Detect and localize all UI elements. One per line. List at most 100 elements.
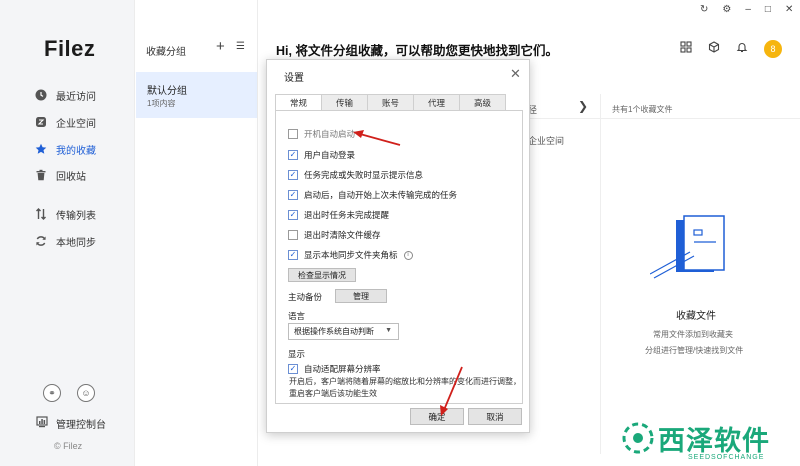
checkbox-sync-badge[interactable]: ✓ <box>288 250 298 260</box>
add-group-icon[interactable]: + <box>216 38 225 55</box>
bell-icon[interactable] <box>736 40 748 58</box>
manage-button[interactable]: 管理 <box>335 289 387 303</box>
avatar[interactable]: 8 <box>764 40 782 58</box>
star-icon <box>35 143 47 155</box>
watermark-text: 西泽软件 <box>658 425 770 456</box>
trash-icon <box>35 169 47 181</box>
sidebar-item-label: 企业空间 <box>56 118 96 130</box>
checkbox-auto-start[interactable] <box>288 129 298 139</box>
maximize-icon[interactable]: □ <box>765 4 771 15</box>
sidebar-item-sync[interactable]: 本地同步 <box>0 229 135 253</box>
minimize-icon[interactable]: – <box>745 4 751 15</box>
settings-dialog: 设置 ✕ 常规 传输 账号 代理 高级 开机自动启动 ✓ 用户自动登录 ✓ 任务… <box>266 59 530 433</box>
option-exit-reminder[interactable]: ✓ 退出时任务未完成提醒 <box>288 209 389 221</box>
settings-tabs: 常规 传输 账号 代理 高级 <box>275 94 506 111</box>
sidebar-item-label: 回收站 <box>56 171 86 183</box>
sidebar: Filez 最近访问 企业空间 我的收藏 回收站 传输列表 本地同步 ⚭ ☺ 管… <box>0 0 135 466</box>
option-label: 自动适配屏幕分辨率 <box>304 364 381 374</box>
sidebar-item-trash[interactable]: 回收站 <box>0 163 135 187</box>
sidebar-item-label: 传输列表 <box>56 210 96 222</box>
window-controls: ↻ ⚙ – □ ✕ <box>700 4 793 15</box>
tab-general[interactable]: 常规 <box>275 94 322 111</box>
settings-icon[interactable]: ⚙ <box>722 4 731 15</box>
watermark: 西泽软件 SEEDSOFCHANGE <box>618 418 770 461</box>
refresh-icon[interactable]: ↻ <box>700 4 708 15</box>
sidebar-item-label: 我的收藏 <box>56 145 96 157</box>
display-label: 显示 <box>288 349 306 359</box>
cube-icon[interactable] <box>708 40 720 58</box>
apps-grid-icon[interactable] <box>680 40 692 58</box>
option-label: 退出时任务未完成提醒 <box>304 210 390 220</box>
chevron-down-icon: ▼ <box>385 327 392 334</box>
option-label: 开机自动启动 <box>304 129 356 139</box>
tab-advanced[interactable]: 高级 <box>459 94 506 111</box>
watermark-subtext: SEEDSOFCHANGE <box>688 454 765 461</box>
group-name: 默认分组 <box>147 86 187 97</box>
sidebar-item-enterprise[interactable]: 企业空间 <box>0 110 135 134</box>
option-clear-cache[interactable]: 退出时清除文件缓存 <box>288 229 381 241</box>
watermark-logo-icon <box>622 422 654 454</box>
option-label: 用户自动登录 <box>304 150 356 160</box>
option-auto-start[interactable]: 开机自动启动 <box>288 128 355 140</box>
tab-proxy[interactable]: 代理 <box>413 94 460 111</box>
check-display-button[interactable]: 检查显示情况 <box>288 268 356 282</box>
sort-icon[interactable]: ☰ <box>236 41 245 52</box>
dialog-title: 设置 <box>284 73 304 84</box>
app-logo: Filez <box>44 36 96 61</box>
sidebar-item-transfer[interactable]: 传输列表 <box>0 202 135 226</box>
language-value: 根据操作系统自动判断 <box>294 327 374 336</box>
group-count: 1项内容 <box>147 99 176 108</box>
checkbox-resume-tasks[interactable]: ✓ <box>288 190 298 200</box>
checkbox-exit-reminder[interactable]: ✓ <box>288 210 298 220</box>
user-settings-icon[interactable]: ☺ <box>77 384 95 402</box>
checkbox-task-notify[interactable]: ✓ <box>288 170 298 180</box>
tab-account[interactable]: 账号 <box>367 94 414 111</box>
sidebar-item-label: 本地同步 <box>56 237 96 249</box>
dpi-note: 开启后，客户端将随着屏幕的缩放比和分辨率的变化而进行调整，重启客户端后该功能生效 <box>289 377 521 398</box>
path-item[interactable]: 企业空间 <box>528 134 564 147</box>
console-icon <box>36 416 48 431</box>
transfer-icon <box>35 208 47 220</box>
divider <box>600 94 601 454</box>
checkbox-clear-cache[interactable] <box>288 230 298 240</box>
chevron-right-icon[interactable]: ❯ <box>578 99 588 113</box>
option-sync-badge[interactable]: ✓ 显示本地同步文件夹角标 i <box>288 249 413 261</box>
language-select[interactable]: 根据操作系统自动判断 ▼ <box>288 323 399 340</box>
sidebar-item-recent[interactable]: 最近访问 <box>0 83 135 107</box>
page-title: Hi, 将文件分组收藏，可以帮助您更快地找到它们。 <box>276 44 558 58</box>
checkbox-dpi-adapt[interactable]: ✓ <box>288 364 298 374</box>
clock-icon <box>35 89 47 101</box>
option-dpi-adapt[interactable]: ✓ 自动适配屏幕分辨率 <box>288 363 381 375</box>
option-task-notify[interactable]: ✓ 任务完成或失败时显示提示信息 <box>288 169 423 181</box>
link-icon[interactable]: ⚭ <box>43 384 61 402</box>
console-label: 管理控制台 <box>56 420 106 431</box>
close-icon[interactable]: ✕ <box>510 66 521 82</box>
admin-console-link[interactable]: 管理控制台 <box>36 416 106 431</box>
option-resume-tasks[interactable]: ✓ 启动后，自动开始上次未传输完成的任务 <box>288 189 457 201</box>
sidebar-item-label: 最近访问 <box>56 91 96 103</box>
cancel-button[interactable]: 取消 <box>468 408 522 425</box>
sidebar-bottom-actions: ⚭ ☺ <box>43 384 95 402</box>
sync-icon <box>35 235 47 247</box>
favorites-count: 共有1个收藏文件 <box>612 105 673 114</box>
close-window-icon[interactable]: ✕ <box>785 4 793 15</box>
enterprise-icon <box>35 116 47 128</box>
sidebar-item-favorites[interactable]: 我的收藏 <box>0 137 135 161</box>
empty-state-desc: 常用文件添加到收藏夹 <box>653 330 733 339</box>
tab-transfer[interactable]: 传输 <box>321 94 368 111</box>
group-panel-title: 收藏分组 <box>146 47 186 58</box>
divider <box>530 118 800 119</box>
backup-label: 主动备份 <box>288 292 323 302</box>
option-label: 显示本地同步文件夹角标 <box>304 250 398 260</box>
top-toolbar: 8 <box>680 40 782 58</box>
option-auto-login[interactable]: ✓ 用户自动登录 <box>288 149 355 161</box>
language-label: 语言 <box>288 311 306 321</box>
group-item-default[interactable]: 默认分组 1项内容 <box>136 72 257 118</box>
ok-button[interactable]: 确定 <box>410 408 464 425</box>
option-label: 退出时清除文件缓存 <box>304 230 381 240</box>
empty-state-desc: 分组进行管理/快速找到文件 <box>645 346 744 355</box>
info-icon[interactable]: i <box>403 250 413 260</box>
checkbox-auto-login[interactable]: ✓ <box>288 150 298 160</box>
option-label: 任务完成或失败时显示提示信息 <box>304 170 424 180</box>
copyright: © Filez <box>54 441 83 451</box>
